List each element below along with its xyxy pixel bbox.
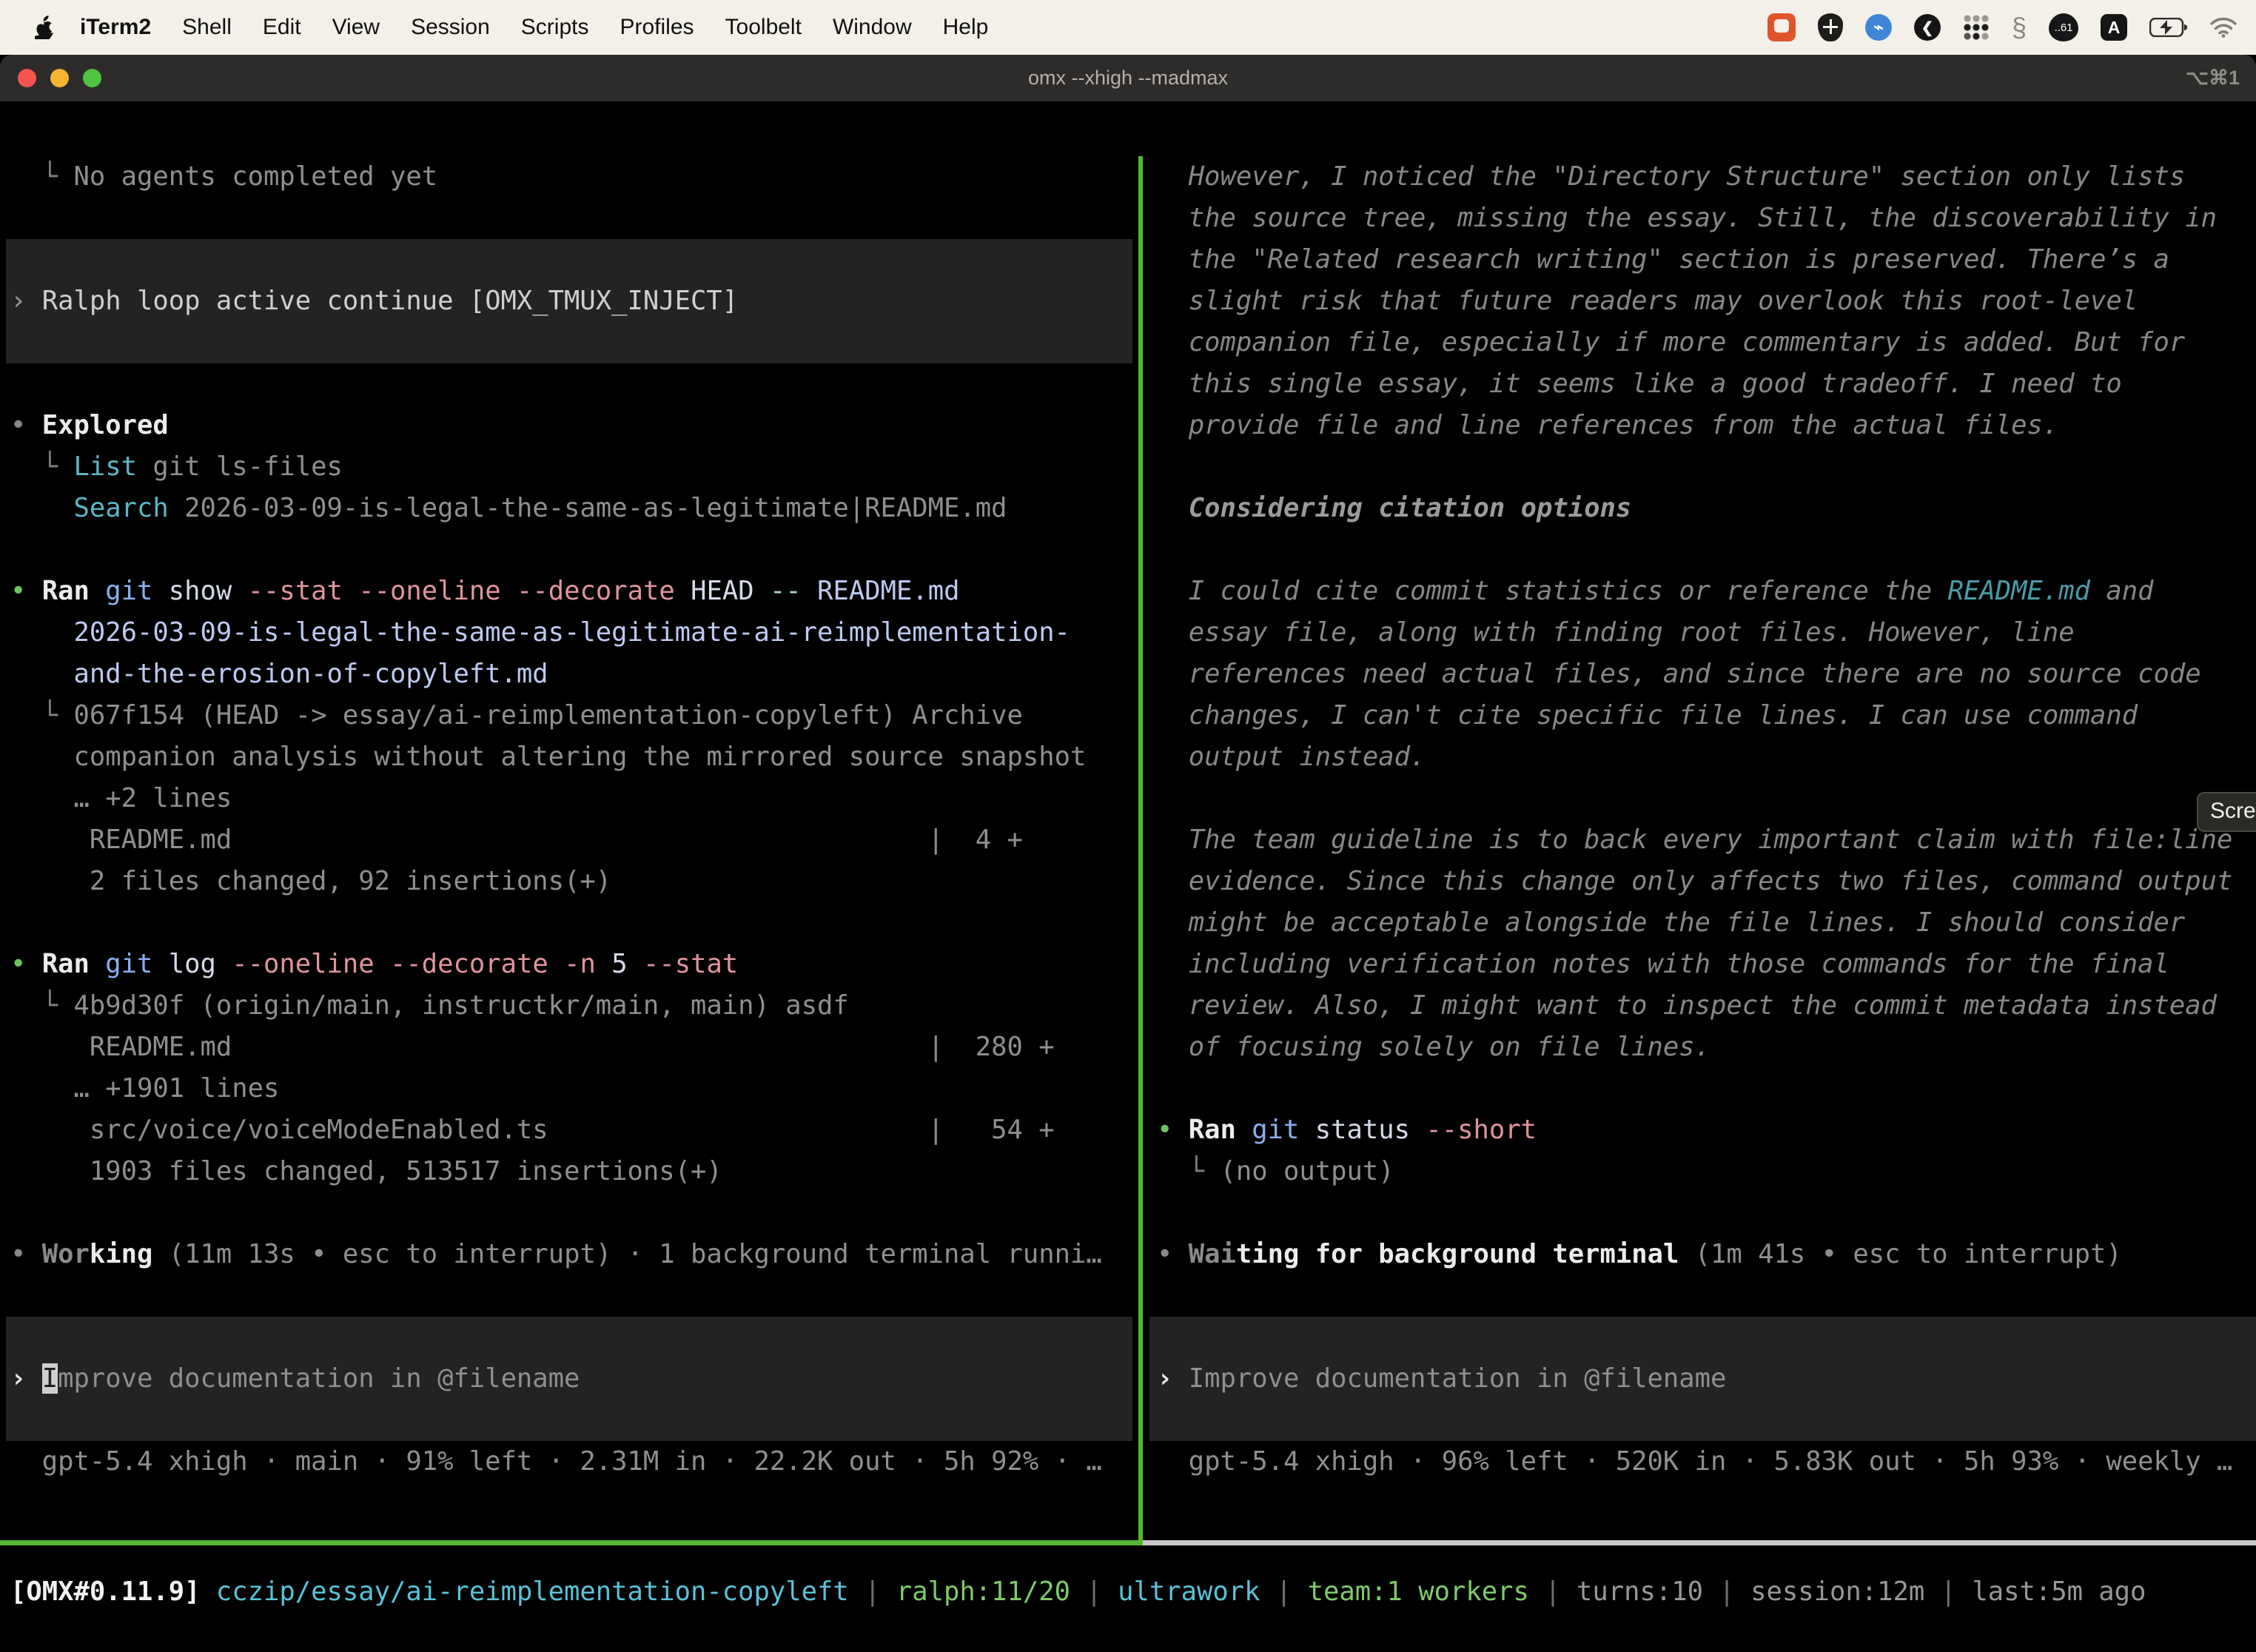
window-title: omx --xhigh --madmax [0,55,2256,101]
terminal-area[interactable]: └ No agents completed yet › Ralph loop a… [0,101,2256,1652]
dots-grid-icon[interactable] [1963,14,1990,41]
menu-item-shell[interactable]: Shell [167,15,247,40]
screen-share-tooltip[interactable]: Scre [2197,792,2256,832]
apple-icon[interactable] [30,16,59,39]
blue-badge-icon[interactable]: ⌁ [1865,14,1892,41]
menu-item-window[interactable]: Window [817,15,927,40]
input-source-a-icon[interactable]: A [2101,14,2127,41]
record-circle-icon[interactable]: ❮ [1914,14,1941,41]
omx-status-line: [OMX#0.11.9] cczip/essay/ai-reimplementa… [0,1571,2256,1613]
menu-item-toolbelt[interactable]: Toolbelt [710,15,817,40]
left-pane[interactable]: └ No agents completed yet › Ralph loop a… [0,156,1138,1483]
left-pane-bottom-border [0,1540,1143,1545]
window-shortcut-badge: ⌥⌘1 [2186,55,2240,101]
menu-item-view[interactable]: View [317,15,395,40]
title-bar[interactable]: omx --xhigh --madmax ⌥⌘1 [0,55,2256,101]
battery-61-badge-icon[interactable]: ..61 [2049,13,2078,41]
right-pane[interactable]: However, I noticed the "Directory Struct… [1147,156,2256,1483]
battery-icon[interactable] [2149,18,2188,37]
left-pane-lines: └ No agents completed yet › Ralph loop a… [0,156,1138,1483]
right-pane-bottom-border [1143,1540,2256,1545]
chat-badge-icon[interactable] [1767,13,1796,41]
menu-bar: iTerm2 Shell Edit View Session Scripts P… [0,0,2256,55]
hook-cable-icon[interactable]: § [2012,14,2027,41]
menu-item-iterm2[interactable]: iTerm2 [73,15,167,40]
right-pane-lines: However, I noticed the "Directory Struct… [1147,156,2256,1483]
menu-item-profiles[interactable]: Profiles [604,15,709,40]
menu-item-scripts[interactable]: Scripts [506,15,605,40]
menu-item-edit[interactable]: Edit [247,15,317,40]
menu-item-help[interactable]: Help [927,15,1004,40]
wifi-icon[interactable] [2210,17,2237,38]
iterm-window: omx --xhigh --madmax ⌥⌘1 └ No agents com… [0,55,2256,1652]
menu-item-session[interactable]: Session [395,15,506,40]
menu-status-icons: ⌁ ❮ § ..61 A [1767,13,2256,41]
shield-grid-icon[interactable] [1818,13,1843,41]
pane-divider[interactable] [1138,156,1143,1540]
menu-left: iTerm2 Shell Edit View Session Scripts P… [0,15,1004,40]
